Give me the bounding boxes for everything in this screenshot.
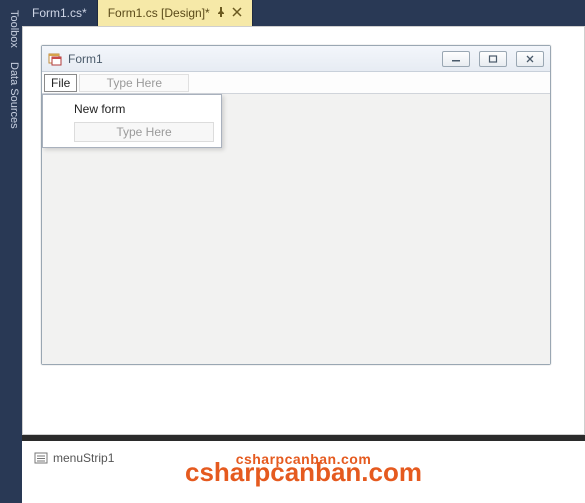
main-column: Form1.cs* Form1.cs [Design]* (22, 0, 585, 503)
form-title: Form1 (68, 52, 433, 66)
ide-root: Toolbox Data Sources Form1.cs* Form1.cs … (0, 0, 585, 503)
menu-strip[interactable]: File Type Here (42, 72, 550, 94)
rail-tab-data-sources[interactable]: Data Sources (0, 58, 22, 133)
menu-item-new-form[interactable]: New form (46, 98, 218, 120)
minimize-button[interactable] (442, 51, 470, 67)
form-titlebar: Form1 (42, 46, 550, 72)
rail-tab-toolbox[interactable]: Toolbox (0, 6, 22, 52)
tab-label: Form1.cs [Design]* (108, 6, 210, 20)
tray-item-menustrip[interactable]: menuStrip1 (34, 451, 114, 465)
tab-strip: Form1.cs* Form1.cs [Design]* (22, 0, 585, 26)
side-rail: Toolbox Data Sources (0, 0, 22, 503)
tab-design[interactable]: Form1.cs [Design]* (98, 0, 253, 26)
menu-item-file[interactable]: File (44, 74, 77, 92)
menu-type-here[interactable]: Type Here (79, 74, 189, 92)
maximize-button[interactable] (479, 51, 507, 67)
file-dropdown: New form Type Here (42, 94, 222, 148)
component-tray[interactable]: menuStrip1 csharpcanban.com csharpcanban… (22, 441, 585, 503)
dropdown-type-here[interactable]: Type Here (74, 122, 214, 142)
tray-item-label: menuStrip1 (53, 451, 114, 465)
form-window[interactable]: Form1 File Type Here (41, 45, 551, 365)
tab-code[interactable]: Form1.cs* (22, 0, 98, 26)
menustrip-icon (34, 451, 48, 465)
pin-icon[interactable] (216, 7, 226, 20)
form-client-area[interactable]: New form Type Here (42, 94, 550, 364)
tab-label: Form1.cs* (32, 6, 87, 20)
close-button[interactable] (516, 51, 544, 67)
designer-surface[interactable]: Form1 File Type Here (22, 26, 585, 435)
form-icon (48, 52, 62, 66)
close-icon[interactable] (232, 7, 242, 20)
